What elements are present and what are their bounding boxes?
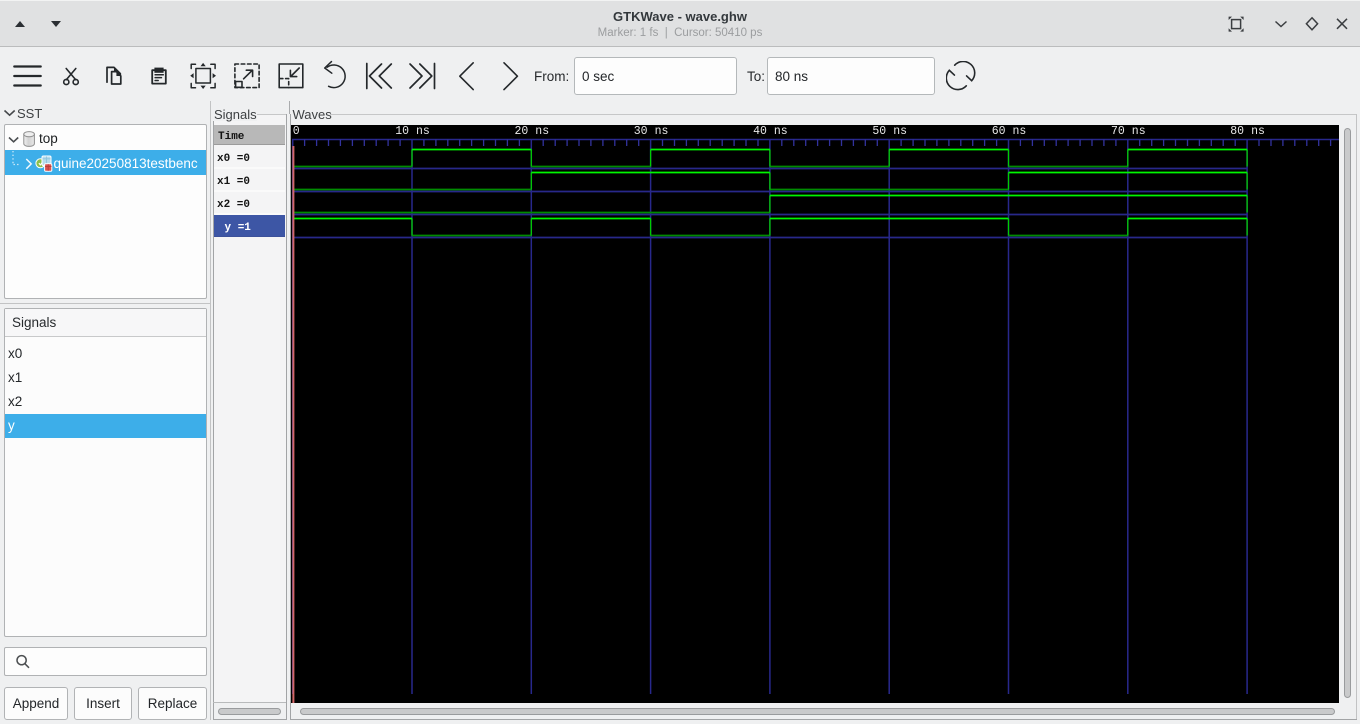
svg-text:60: 60 — [992, 125, 1006, 138]
svg-text:10: 10 — [395, 125, 409, 138]
svg-text:ns: ns — [774, 125, 788, 138]
svg-text:ns: ns — [1251, 125, 1265, 138]
svg-text:ns: ns — [535, 125, 549, 138]
svg-text:70: 70 — [1111, 125, 1125, 138]
svg-text:40: 40 — [753, 125, 767, 138]
svg-text:30: 30 — [634, 125, 648, 138]
svg-text:50: 50 — [872, 125, 886, 138]
svg-text:ns: ns — [1132, 125, 1146, 138]
svg-text:ns: ns — [1013, 125, 1027, 138]
svg-text:80: 80 — [1230, 125, 1244, 138]
svg-text:ns: ns — [893, 125, 907, 138]
svg-text:ns: ns — [416, 125, 430, 138]
svg-text:20: 20 — [514, 125, 528, 138]
svg-text:ns: ns — [655, 125, 669, 138]
svg-text:0: 0 — [293, 125, 300, 138]
